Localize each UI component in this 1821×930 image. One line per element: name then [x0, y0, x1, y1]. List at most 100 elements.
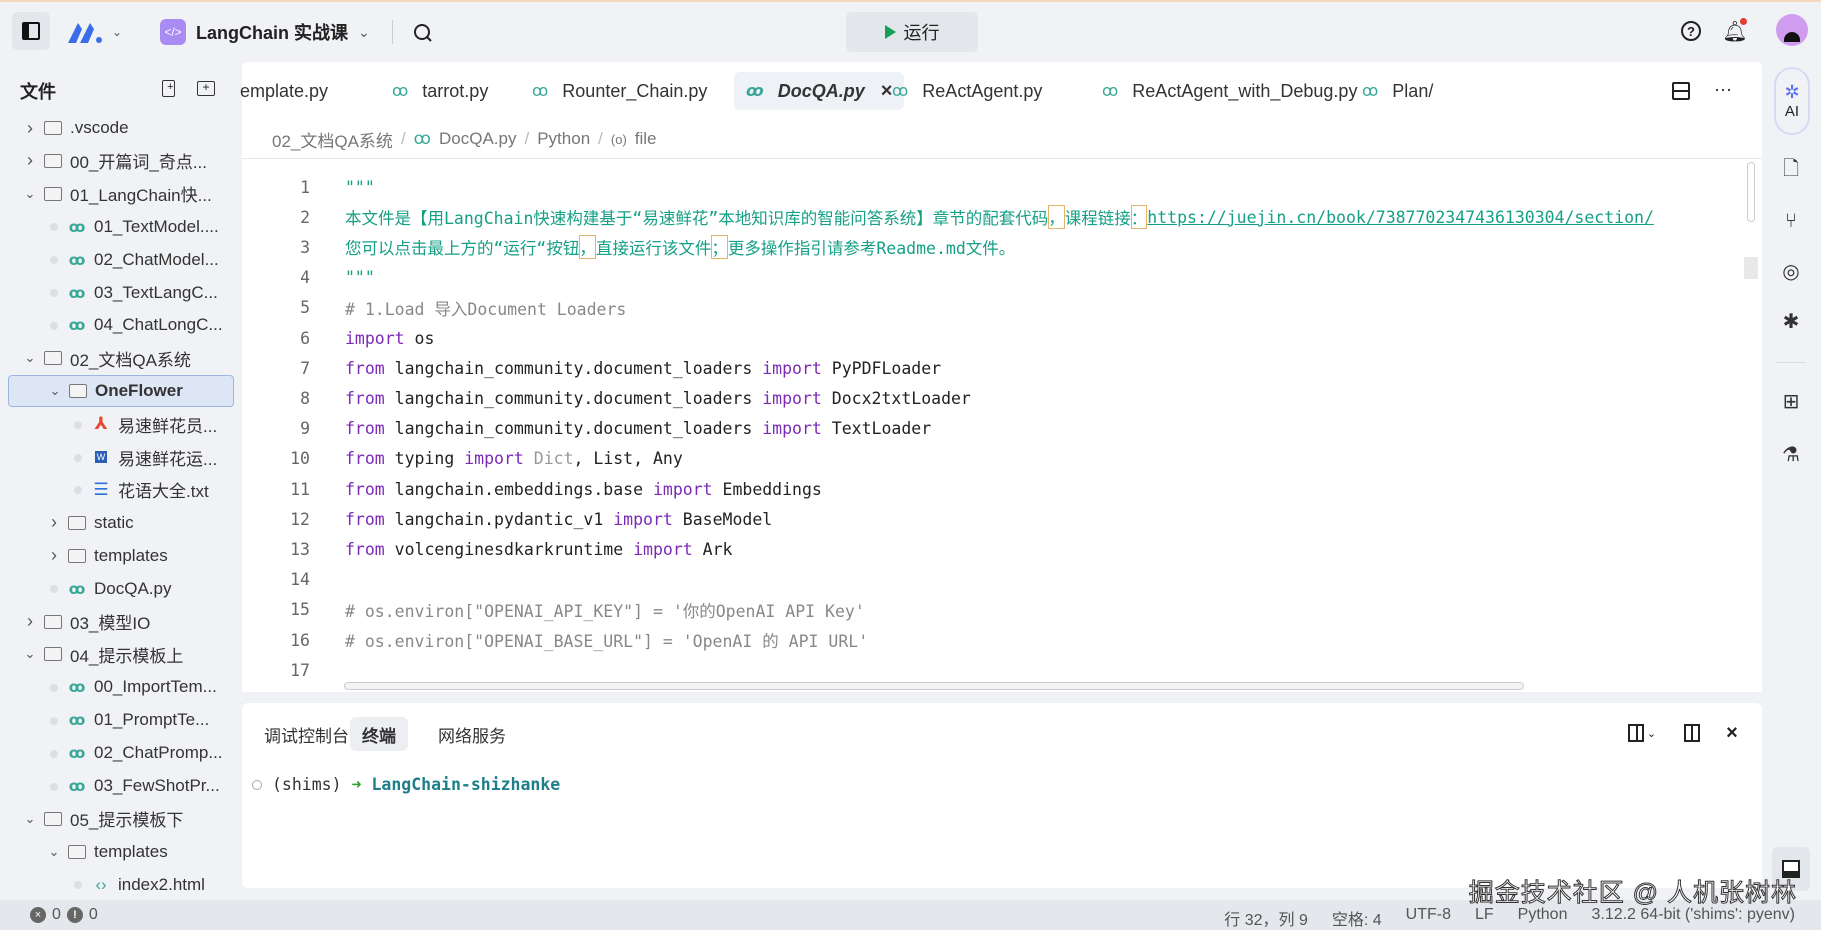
code-area[interactable]: 1 """ 2 本文件是【用LangChain快速构建基于“易速鲜花”本地知识库的智能…	[242, 172, 1752, 692]
chevron-down-icon[interactable]: ⌄	[22, 186, 38, 202]
tab-tarrot-py[interactable]: ꝏ tarrot.py	[392, 72, 488, 110]
breadcrumb-symbol[interactable]: file	[635, 129, 657, 149]
debug-button[interactable]: ✱	[1777, 307, 1805, 335]
symbol-icon: (o)	[610, 131, 627, 147]
panel-tab[interactable]: 终端	[350, 717, 408, 751]
python-file-icon: ꝏ	[1362, 83, 1379, 100]
terminal-output[interactable]: (shims) ➜ LangChain-shizhanke	[252, 775, 560, 794]
tree-item[interactable]: ꝏ 03_FewShotPr...	[0, 770, 242, 802]
tree-item-label: static	[94, 512, 134, 532]
tree-item[interactable]: › 00_开篇词_奇点...	[0, 145, 242, 177]
toggle-sidebar-button[interactable]	[12, 12, 50, 50]
tree-item[interactable]: ⌄ OneFlower	[8, 375, 234, 408]
tab-reactagent-py[interactable]: ꝏ ReActAgent.py	[892, 72, 1042, 110]
tree-item[interactable]: ꝏ 01_PromptTe...	[0, 704, 242, 736]
chevron-right-icon[interactable]: ›	[22, 118, 38, 139]
chevron-right-icon[interactable]: ›	[46, 545, 62, 566]
tree-item[interactable]: ꝏ 02_ChatPromp...	[0, 737, 242, 769]
tree-item[interactable]: › templates	[0, 540, 242, 572]
tree-item[interactable]: ⌄ 04_提示模板上	[0, 638, 242, 670]
cursor-position[interactable]: 行 32，列 9	[1224, 906, 1308, 930]
python-interpreter[interactable]: 3.12.2 64-bit ('shims': pyenv)	[1591, 906, 1795, 930]
close-tab-icon[interactable]: ×	[881, 80, 893, 103]
ai-assistant-button[interactable]: ✲ AI	[1774, 67, 1810, 135]
notifications-button[interactable]: 🔔︎	[1720, 16, 1750, 46]
extensions-button[interactable]: ⊞	[1777, 387, 1805, 415]
run-button[interactable]: 运行	[846, 12, 978, 52]
panel-tab[interactable]: 调试控制台	[252, 717, 361, 751]
breadcrumb-folder[interactable]: 02_文档QA系统	[272, 127, 393, 152]
right-activity-bar: ✲ AI 🗋︎ ⑂ ◎ ✱ ⊞ ⚗	[1762, 62, 1821, 900]
tree-item[interactable]: ⌄ 02_文档QA系统	[0, 342, 242, 374]
chevron-down-icon[interactable]: ⌄	[47, 383, 63, 399]
tree-item[interactable]: ⅄ 易速鲜花员...	[0, 408, 242, 440]
line-ending[interactable]: LF	[1475, 906, 1494, 930]
tree-item[interactable]: ⌄ 05_提示模板下	[0, 803, 242, 835]
bottom-panel: 调试控制台 终端 网络服务 ⌄ × (shims) ➜ LangChain-shiz…	[242, 703, 1762, 888]
tree-item[interactable]: W 易速鲜花运...	[0, 441, 242, 473]
python-file-icon: ꝏ	[68, 745, 86, 763]
preview-button[interactable]: ◎	[1777, 257, 1805, 285]
chevron-right-icon[interactable]: ›	[22, 611, 38, 632]
tree-item[interactable]: ‹› index2.html	[0, 869, 242, 901]
tree-item-label: 03_模型IO	[70, 614, 151, 633]
panel-tab[interactable]: 网络服务	[426, 717, 518, 751]
tab-docqa-py[interactable]: ꝏ DocQA.py ×	[734, 72, 905, 110]
source-control-button[interactable]: ⑂	[1777, 207, 1805, 235]
tree-item[interactable]: › static	[0, 507, 242, 539]
split-terminal-button[interactable]	[1678, 719, 1706, 747]
breadcrumb-language[interactable]: Python	[537, 129, 590, 149]
language-mode[interactable]: Python	[1518, 906, 1568, 930]
chevron-down-icon[interactable]: ⌄	[22, 646, 38, 662]
testing-button[interactable]: ⚗	[1777, 440, 1805, 468]
tab-label: Plan/	[1392, 80, 1434, 101]
folder-shape	[44, 647, 62, 662]
bug-icon: ✱	[1782, 310, 1800, 333]
chevron-down-icon[interactable]: ⌄	[22, 811, 38, 827]
logo-menu-button[interactable]: ⌄	[64, 14, 124, 50]
git-branch-icon: ⑂	[1785, 209, 1797, 232]
tree-item[interactable]: ☰ 花语大全.txt	[0, 474, 242, 506]
tree-item[interactable]: ꝏ 01_TextModel....	[0, 211, 242, 243]
help-button[interactable]: ?	[1676, 16, 1706, 46]
chevron-down-icon[interactable]: ⌄	[22, 350, 38, 366]
tree-item[interactable]: ꝏ 02_ChatModel...	[0, 244, 242, 276]
search-file-button[interactable]: 🗋︎	[1777, 157, 1805, 185]
tree-item[interactable]: › .vscode	[0, 112, 242, 144]
tree-item[interactable]: ꝏ 04_ChatLongC...	[0, 309, 242, 341]
encoding[interactable]: UTF-8	[1406, 906, 1451, 930]
tree-item[interactable]: ⌄ 01_LangChain快...	[0, 178, 242, 210]
user-avatar[interactable]	[1776, 14, 1808, 46]
tree-item[interactable]: › 03_模型IO	[0, 606, 242, 638]
code-link[interactable]: https://juejin.cn/book/73877023474361303…	[1147, 208, 1654, 227]
new-folder-button[interactable]: +	[194, 76, 218, 100]
tree-item[interactable]: ꝏ DocQA.py	[0, 573, 242, 605]
new-file-button[interactable]: +	[156, 76, 180, 100]
vertical-scrollbar[interactable]	[1747, 162, 1755, 222]
dot-icon	[50, 749, 58, 758]
tab-reactagent-with-debug-py[interactable]: ꝏ ReActAgent_with_Debug.py	[1102, 72, 1357, 110]
tree-item[interactable]: ꝏ 03_TextLangC...	[0, 277, 242, 309]
terminal-layout-button[interactable]: ⌄	[1622, 719, 1662, 747]
tree-item[interactable]: ꝏ 00_ImportTem...	[0, 671, 242, 703]
problems-indicator[interactable]: × 0 ! 0	[30, 906, 98, 924]
close-panel-button[interactable]: ×	[1718, 719, 1746, 747]
chevron-right-icon[interactable]: ›	[46, 512, 62, 533]
code-token: os	[404, 328, 435, 348]
explorer-title: 文件	[20, 82, 56, 102]
search-button[interactable]	[406, 16, 440, 50]
tab-plan-[interactable]: ꝏ Plan/	[1362, 72, 1433, 110]
chevron-right-icon[interactable]: ›	[22, 150, 38, 171]
more-actions-button[interactable]: ···	[1710, 76, 1736, 102]
dot-icon	[50, 683, 58, 692]
line-number: 4	[300, 268, 310, 288]
chevron-down-icon[interactable]: ⌄	[46, 844, 62, 860]
tree-item[interactable]: ⌄ templates	[0, 836, 242, 868]
tab-rounter-chain-py[interactable]: ꝏ Rounter_Chain.py	[532, 72, 707, 110]
breadcrumb-file[interactable]: DocQA.py	[439, 129, 516, 149]
indentation[interactable]: 空格: 4	[1332, 906, 1382, 930]
split-editor-button[interactable]	[1668, 78, 1694, 104]
horizontal-scrollbar[interactable]	[344, 682, 1524, 690]
tab-emplate-py[interactable]: emplate.py	[240, 72, 328, 110]
project-switcher[interactable]: </> LangChain 实战课 ⌄	[160, 16, 370, 48]
